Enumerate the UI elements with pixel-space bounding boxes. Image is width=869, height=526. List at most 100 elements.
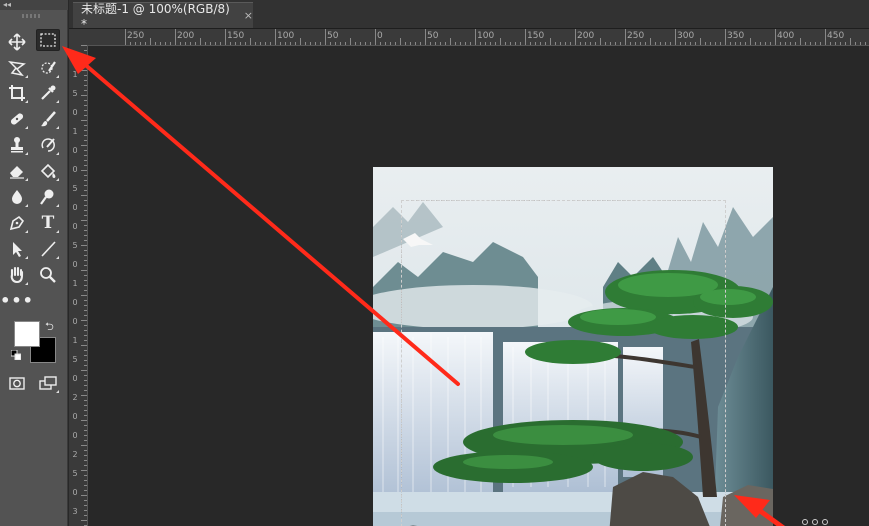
line-tool[interactable]: [36, 238, 60, 260]
eraser-tool[interactable]: [5, 160, 29, 182]
ruler-v-tick: [81, 195, 87, 196]
ruler-v-label: 1: [72, 336, 78, 345]
ruler-v-tick: [81, 420, 87, 421]
path-select-tool[interactable]: [5, 238, 29, 260]
tools-panel: ◂◂ T ••• ⮌: [0, 0, 68, 526]
ruler-h-minor-tick: [185, 42, 186, 45]
ruler-v-label: 0: [72, 108, 78, 117]
more-tools-button[interactable]: •••: [0, 290, 33, 312]
ruler-h-minor-tick: [135, 42, 136, 45]
default-colors-icon[interactable]: [11, 350, 21, 360]
ruler-v-tick: [84, 365, 87, 366]
rect-marquee-tool[interactable]: [36, 29, 60, 51]
screen-mode-button[interactable]: [36, 372, 60, 394]
ruler-h-minor-tick: [565, 42, 566, 45]
zoom-tool[interactable]: [36, 264, 60, 286]
eyedropper-tool[interactable]: [36, 82, 60, 104]
close-tab-button[interactable]: ×: [244, 9, 253, 22]
ruler-h-label: 200: [577, 31, 595, 41]
ruler-v-tick: [84, 455, 87, 456]
panel-grip[interactable]: [22, 14, 42, 18]
ruler-origin[interactable]: [69, 29, 88, 46]
type-tool[interactable]: T: [36, 212, 60, 234]
ruler-h-minor-tick: [815, 42, 816, 45]
horizontal-ruler[interactable]: 250 200 150 100 50 0 50 100 150 200 250 300 350 400 45…: [87, 29, 869, 46]
hand-icon: [10, 266, 24, 284]
foreground-color-swatch[interactable]: [14, 321, 40, 347]
ruler-h-minor-tick: [695, 42, 696, 45]
ruler-h-minor-tick: [450, 38, 451, 45]
ruler-h-label: 100: [477, 31, 495, 41]
ruler-h-minor-tick: [140, 42, 141, 45]
canvas-area[interactable]: [88, 46, 869, 526]
ruler-v-tick: [84, 165, 87, 166]
quick-select-tool[interactable]: [36, 57, 60, 79]
ruler-h-minor-tick: [655, 42, 656, 45]
ruler-h-minor-tick: [180, 42, 181, 45]
ruler-h-minor-tick: [480, 42, 481, 45]
ruler-v-tick: [84, 425, 87, 426]
screen-mode-icon: [39, 376, 57, 390]
brush-tool[interactable]: [36, 108, 60, 130]
ruler-v-tick: [84, 155, 87, 156]
ruler-h-minor-tick: [765, 42, 766, 45]
ruler-h-major-tick: [525, 29, 526, 45]
document-tab[interactable]: 未标题-1 @ 100%(RGB/8) * ×: [73, 2, 253, 31]
ruler-h-minor-tick: [640, 42, 641, 45]
dodge-tool[interactable]: [36, 186, 60, 208]
ruler-v-tick: [84, 305, 87, 306]
ruler-h-minor-tick: [340, 42, 341, 45]
ruler-h-minor-tick: [650, 38, 651, 45]
ruler-h-minor-tick: [680, 42, 681, 45]
ruler-h-minor-tick: [855, 42, 856, 45]
crop-tool[interactable]: [5, 82, 29, 104]
ruler-h-minor-tick: [435, 42, 436, 45]
ruler-v-tick: [84, 430, 87, 431]
ruler-h-minor-tick: [400, 38, 401, 45]
document-tab-bar: 未标题-1 @ 100%(RGB/8) * ×: [69, 0, 869, 31]
document-image[interactable]: [373, 167, 773, 526]
move-tool[interactable]: [5, 31, 29, 53]
ruler-v-tick: [84, 185, 87, 186]
ruler-v-tick: [81, 470, 87, 471]
history-brush-tool[interactable]: [36, 134, 60, 156]
pen-icon: [9, 215, 25, 231]
quick-mask-button[interactable]: [5, 372, 29, 394]
ruler-v-tick: [81, 120, 87, 121]
hand-tool[interactable]: [5, 264, 29, 286]
ruler-v-tick: [84, 275, 87, 276]
paint-bucket-tool[interactable]: [36, 160, 60, 182]
ruler-v-tick: [84, 500, 87, 501]
ruler-v-tick: [84, 100, 87, 101]
ruler-v-tick: [81, 270, 87, 271]
ruler-h-minor-tick: [685, 42, 686, 45]
ruler-h-minor-tick: [705, 42, 706, 45]
ruler-v-tick: [84, 475, 87, 476]
healing-tool[interactable]: [5, 108, 29, 130]
more-tools-icon: •••: [0, 291, 34, 310]
ruler-h-minor-tick: [430, 42, 431, 45]
ruler-h-major-tick: [725, 29, 726, 45]
lasso-tool[interactable]: [5, 57, 29, 79]
ruler-h-major-tick: [625, 29, 626, 45]
pen-tool[interactable]: [5, 212, 29, 234]
ruler-h-minor-tick: [760, 42, 761, 45]
ruler-h-minor-tick: [795, 42, 796, 45]
vertical-ruler[interactable]: 1 5 0 1 0 0 5 0 0 5 0 1 0 0 1 5 0 2 0 0 2 5 0 3: [69, 45, 88, 526]
stamp-tool[interactable]: [5, 134, 29, 156]
ruler-h-major-tick: [475, 29, 476, 45]
blur-tool[interactable]: [5, 186, 29, 208]
ruler-v-tick: [84, 385, 87, 386]
ruler-h-minor-tick: [355, 42, 356, 45]
ruler-v-tick: [81, 45, 87, 46]
history-brush-icon: [41, 138, 55, 152]
ruler-h-minor-tick: [770, 42, 771, 45]
ruler-v-tick: [84, 415, 87, 416]
ruler-v-tick: [84, 300, 87, 301]
ruler-v-tick: [84, 225, 87, 226]
ruler-h-label: 200: [177, 31, 195, 41]
ruler-h-minor-tick: [250, 38, 251, 45]
ruler-v-tick: [84, 190, 87, 191]
swap-colors-icon[interactable]: ⮌: [45, 318, 54, 337]
collapse-panel-button[interactable]: ◂◂: [0, 0, 68, 10]
